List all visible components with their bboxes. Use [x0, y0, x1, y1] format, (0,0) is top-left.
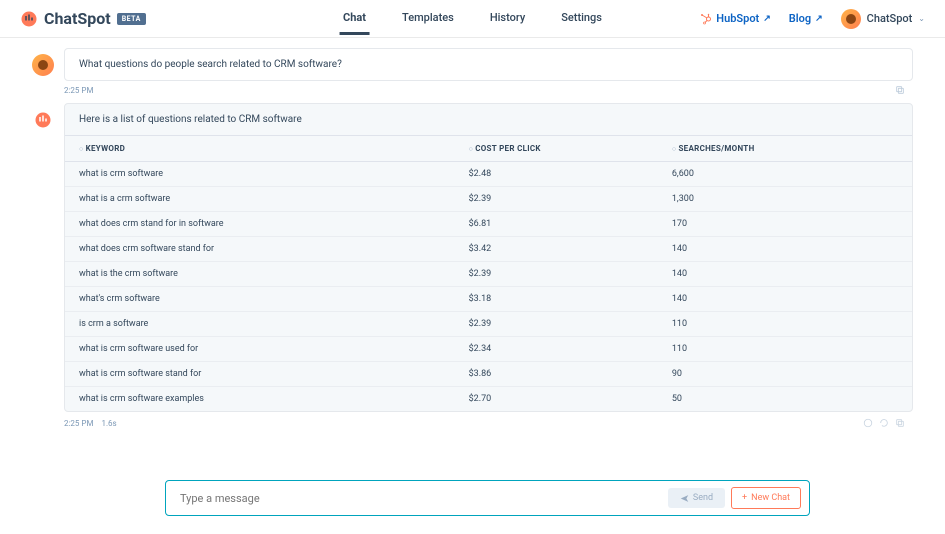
send-icon [680, 494, 689, 503]
table-row: what does crm software stand for$3.42140 [65, 237, 912, 262]
cell-searches: 6,600 [658, 162, 912, 187]
blog-label: Blog [789, 12, 811, 25]
table-row: what is crm software used for$2.34110 [65, 337, 912, 362]
user-name: ChatSpot [867, 12, 913, 25]
cell-searches: 110 [658, 337, 912, 362]
bot-actions [863, 418, 905, 428]
cell-cpc: $2.48 [455, 162, 658, 187]
blog-link[interactable]: Blog ↗ [789, 12, 823, 25]
logo-area[interactable]: ChatSpot BETA [20, 9, 146, 28]
user-menu[interactable]: ChatSpot ⌄ [841, 9, 925, 29]
new-chat-button[interactable]: + New Chat [731, 487, 801, 509]
cell-keyword: what does crm software stand for [65, 237, 455, 262]
user-message-row: What questions do people search related … [32, 48, 913, 81]
beta-badge: BETA [117, 13, 146, 25]
chevron-down-icon: ⌄ [918, 14, 925, 23]
cell-keyword: what is crm software [65, 162, 455, 187]
copy-icon[interactable] [895, 85, 905, 95]
header: ChatSpot BETA Chat Templates History Set… [0, 0, 945, 38]
timestamp: 2:25 PM [64, 86, 93, 95]
cell-keyword: what is crm software stand for [65, 362, 455, 387]
cell-keyword: what's crm software [65, 287, 455, 312]
cell-searches: 140 [658, 287, 912, 312]
tab-history[interactable]: History [486, 3, 529, 35]
latency: 1.6s [101, 419, 116, 428]
cell-keyword: what is crm software examples [65, 387, 455, 412]
cell-searches: 140 [658, 237, 912, 262]
table-row: what's crm software$3.18140 [65, 287, 912, 312]
table-row: is crm a software$2.39110 [65, 312, 912, 337]
bot-message-meta: 2:25 PM 1.6s [64, 418, 913, 428]
input-bar: Send + New Chat [165, 480, 810, 516]
bot-message-row: Here is a list of questions related to C… [32, 103, 913, 412]
cell-searches: 1,300 [658, 187, 912, 212]
chatspot-logo-icon [20, 10, 38, 28]
tab-settings[interactable]: Settings [557, 3, 606, 35]
bot-avatar [32, 109, 54, 131]
col-cpc[interactable]: COST PER CLICK [455, 136, 658, 162]
cell-keyword: what is the crm software [65, 262, 455, 287]
plus-icon: + [742, 493, 747, 503]
header-right: HubSpot ↗ Blog ↗ ChatSpot ⌄ [700, 9, 925, 29]
user-message-bubble: What questions do people search related … [64, 48, 913, 81]
cell-cpc: $6.81 [455, 212, 658, 237]
table-row: what is crm software examples$2.7050 [65, 387, 912, 412]
table-row: what is a crm software$2.391,300 [65, 187, 912, 212]
table-row: what does crm stand for in software$6.81… [65, 212, 912, 237]
col-searches[interactable]: SEARCHES/MONTH [658, 136, 912, 162]
hubspot-label: HubSpot [716, 12, 759, 25]
logo-text: ChatSpot [44, 9, 111, 28]
copy-icon[interactable] [895, 418, 905, 428]
external-link-icon: ↗ [763, 14, 771, 24]
info-icon[interactable] [863, 418, 873, 428]
new-chat-label: New Chat [751, 493, 790, 503]
nav-tabs: Chat Templates History Settings [339, 3, 606, 35]
cell-keyword: what is crm software used for [65, 337, 455, 362]
user-avatar [32, 54, 54, 76]
cell-cpc: $3.86 [455, 362, 658, 387]
hubspot-icon [700, 13, 712, 25]
table-row: what is the crm software$2.39140 [65, 262, 912, 287]
col-keyword[interactable]: KEYWORD [65, 136, 455, 162]
results-table: KEYWORD COST PER CLICK SEARCHES/MONTH wh… [65, 135, 912, 411]
message-input[interactable] [174, 488, 668, 509]
timestamp: 2:25 PM [64, 419, 93, 428]
cell-cpc: $2.34 [455, 337, 658, 362]
chat-area: What questions do people search related … [0, 38, 945, 468]
cell-searches: 110 [658, 312, 912, 337]
tab-templates[interactable]: Templates [398, 3, 458, 35]
hubspot-link[interactable]: HubSpot ↗ [700, 12, 770, 25]
bot-message-bubble: Here is a list of questions related to C… [64, 103, 913, 412]
user-message-meta: 2:25 PM [64, 85, 913, 95]
cell-keyword: is crm a software [65, 312, 455, 337]
cell-cpc: $2.39 [455, 262, 658, 287]
chatspot-bot-icon [34, 111, 52, 129]
cell-searches: 170 [658, 212, 912, 237]
tab-chat[interactable]: Chat [339, 3, 370, 35]
cell-cpc: $2.39 [455, 312, 658, 337]
cell-cpc: $2.39 [455, 187, 658, 212]
cell-cpc: $3.18 [455, 287, 658, 312]
cell-searches: 90 [658, 362, 912, 387]
table-row: what is crm software stand for$3.8690 [65, 362, 912, 387]
cell-searches: 50 [658, 387, 912, 412]
cell-cpc: $3.42 [455, 237, 658, 262]
cell-searches: 140 [658, 262, 912, 287]
external-link-icon: ↗ [815, 14, 823, 24]
cell-cpc: $2.70 [455, 387, 658, 412]
table-row: what is crm software$2.486,600 [65, 162, 912, 187]
send-label: Send [693, 493, 713, 503]
refresh-icon[interactable] [879, 418, 889, 428]
cell-keyword: what does crm stand for in software [65, 212, 455, 237]
bot-intro-text: Here is a list of questions related to C… [65, 114, 912, 135]
avatar [841, 9, 861, 29]
send-button[interactable]: Send [668, 488, 725, 508]
cell-keyword: what is a crm software [65, 187, 455, 212]
